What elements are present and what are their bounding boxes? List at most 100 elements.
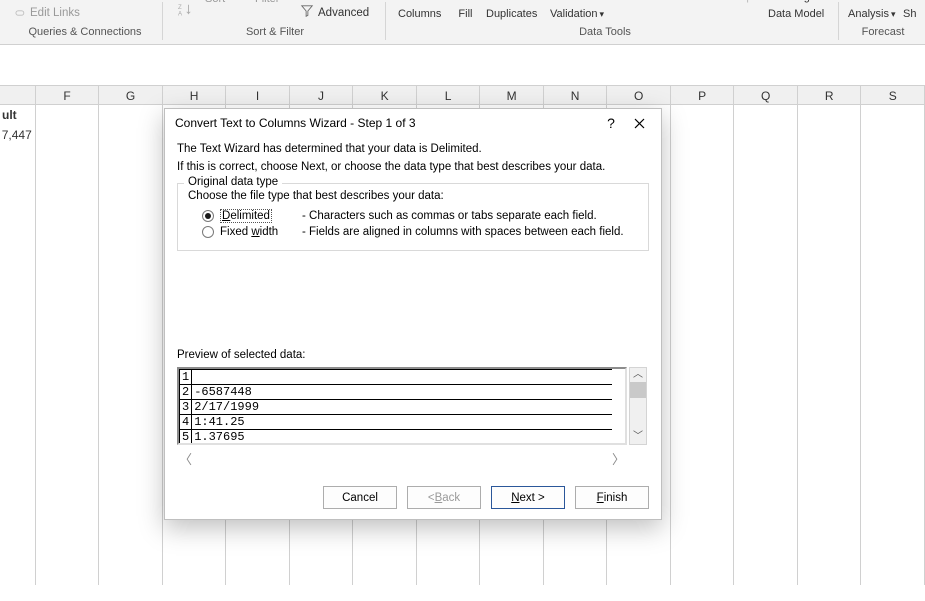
preview-row-num: 3 bbox=[180, 400, 192, 415]
finish-u: F bbox=[597, 492, 604, 504]
dialog-buttons: Cancel < Back Next > Finish bbox=[323, 486, 649, 509]
cell[interactable]: ult bbox=[0, 105, 36, 125]
back-post: ack bbox=[442, 492, 460, 504]
dialog-title: Convert Text to Columns Wizard - Step 1 … bbox=[175, 116, 597, 130]
fw-pre: Fixed bbox=[220, 226, 251, 238]
original-data-type-group: Original data type Choose the file type … bbox=[177, 183, 649, 251]
next-button[interactable]: Next > bbox=[491, 486, 565, 509]
forecast-button[interactable]: Fore Sh bbox=[903, 0, 925, 21]
dataval-top: Data bbox=[565, 0, 588, 4]
scroll-up-icon[interactable]: ︿ bbox=[633, 368, 643, 382]
text-to-columns-wizard-dialog: Convert Text to Columns Wizard - Step 1 … bbox=[164, 108, 662, 520]
radio-icon bbox=[202, 226, 214, 238]
preview-row-num: 1 bbox=[180, 370, 192, 385]
help-button[interactable]: ? bbox=[597, 111, 625, 135]
scroll-thumb[interactable] bbox=[630, 382, 646, 398]
preview-box: 1 2-6587448 32/17/1999 41:41.25 51.37695 bbox=[177, 367, 627, 445]
ribbon: Edit Links ZA Sort Filter Advanced Text … bbox=[0, 0, 925, 45]
edit-links-label: Edit Links bbox=[30, 7, 80, 19]
removedup-top: Remove bbox=[491, 0, 532, 4]
col-header[interactable]: N bbox=[544, 86, 608, 106]
sort-za-icon: ZA bbox=[178, 3, 192, 20]
ttc-top: Text to bbox=[404, 0, 436, 4]
edit-links-button: Edit Links bbox=[6, 4, 86, 22]
whatif-top: What-If bbox=[854, 0, 889, 4]
col-header[interactable]: K bbox=[353, 86, 417, 106]
mdm-bot: Data Model bbox=[768, 8, 824, 21]
radio-delimited[interactable]: Delimited - Characters such as commas or… bbox=[188, 208, 638, 224]
col-header[interactable]: O bbox=[607, 86, 671, 106]
whatif-button[interactable]: What-If Analysis▾ bbox=[848, 0, 896, 21]
delimited-desc: - Characters such as commas or tabs sepa… bbox=[302, 210, 597, 222]
back-u: B bbox=[435, 492, 443, 504]
col-header[interactable]: S bbox=[861, 86, 925, 106]
scroll-down-icon[interactable]: ﹀ bbox=[633, 430, 643, 444]
sort-za-button: ZA bbox=[178, 3, 192, 20]
whatif-bot: Analysis bbox=[848, 8, 889, 21]
flash-bot: Fill bbox=[458, 8, 472, 21]
wizard-info-2: If this is correct, choose Next, or choo… bbox=[177, 161, 649, 173]
ribbon-group-datatools: Data Tools bbox=[530, 26, 680, 38]
remove-duplicates-button[interactable]: Remove Duplicates bbox=[486, 0, 537, 21]
col-header[interactable]: J bbox=[290, 86, 354, 106]
ribbon-group-queries: Queries & Connections bbox=[15, 26, 155, 38]
data-validation-button[interactable]: Data Validation▾ bbox=[550, 0, 604, 21]
ttc-bot: Columns bbox=[398, 8, 441, 21]
relationships-button: Relationships bbox=[692, 0, 758, 3]
col-header[interactable]: R bbox=[798, 86, 862, 106]
mdm-top: Manage bbox=[776, 0, 816, 4]
cancel-button[interactable]: Cancel bbox=[323, 486, 397, 509]
col-header[interactable]: H bbox=[163, 86, 227, 106]
col-header[interactable]: P bbox=[671, 86, 735, 106]
col-header[interactable]: Q bbox=[734, 86, 798, 106]
fieldset-legend: Original data type bbox=[184, 176, 282, 188]
flash-top: Flash bbox=[452, 0, 479, 4]
finish-button[interactable]: Finish bbox=[575, 486, 649, 509]
preview-row-num: 2 bbox=[180, 385, 192, 400]
fixedwidth-desc: - Fields are aligned in columns with spa… bbox=[302, 226, 624, 238]
fw-u: w bbox=[251, 226, 259, 238]
manage-data-model-button[interactable]: Manage Data Model bbox=[768, 0, 824, 21]
fw-post: idth bbox=[260, 226, 279, 238]
col-header[interactable]: L bbox=[417, 86, 481, 106]
col-header[interactable]: I bbox=[226, 86, 290, 106]
preview-hscrollbar[interactable]: 〈 〉 bbox=[177, 449, 627, 465]
col-header[interactable]: G bbox=[99, 86, 163, 106]
column-headers[interactable]: F G H I J K L M N O P Q R S bbox=[0, 85, 925, 105]
ribbon-group-sortfilter: Sort & Filter bbox=[200, 26, 350, 38]
dialog-body: The Text Wizard has determined that your… bbox=[165, 137, 661, 251]
preview-label: Preview of selected data: bbox=[177, 349, 306, 361]
preview-row-num: 5 bbox=[180, 430, 192, 445]
preview-row-val: 2/17/1999 bbox=[192, 400, 612, 415]
scroll-left-icon[interactable]: 〈 bbox=[179, 449, 192, 465]
filter-label: Filter bbox=[255, 0, 279, 5]
advanced-filter-icon bbox=[300, 4, 314, 21]
scroll-right-icon[interactable]: 〉 bbox=[612, 449, 625, 465]
col-header[interactable]: M bbox=[480, 86, 544, 106]
close-button[interactable] bbox=[625, 111, 653, 135]
flash-fill-button[interactable]: Flash Fill bbox=[452, 0, 479, 21]
cell[interactable]: 7,447 bbox=[0, 125, 36, 145]
forecast-bot: Sh bbox=[903, 8, 916, 21]
wizard-info-1: The Text Wizard has determined that your… bbox=[177, 143, 649, 155]
preview-row-val: 1.37695 bbox=[192, 430, 612, 445]
dataval-bot: Validation bbox=[550, 8, 598, 21]
preview-vscrollbar[interactable]: ︿ ﹀ bbox=[629, 367, 647, 445]
removedup-bot: Duplicates bbox=[486, 8, 537, 21]
consolidate-button[interactable]: Consolidate bbox=[621, 0, 679, 3]
radio-fixed-width[interactable]: Fixed width - Fields are aligned in colu… bbox=[188, 224, 638, 240]
chevron-down-icon: ▾ bbox=[891, 8, 896, 21]
forecast-top: Fore bbox=[903, 0, 925, 4]
advanced-button[interactable]: Advanced bbox=[300, 4, 369, 21]
next-u: N bbox=[511, 492, 519, 504]
radio-icon bbox=[202, 210, 214, 222]
link-icon bbox=[12, 6, 26, 20]
text-to-columns-button[interactable]: Text to Columns bbox=[398, 0, 441, 21]
back-lt: < bbox=[428, 492, 435, 504]
sort-label: Sort bbox=[205, 0, 225, 5]
col-header[interactable]: F bbox=[36, 86, 100, 106]
col-header[interactable] bbox=[0, 86, 36, 106]
next-post: ext > bbox=[520, 492, 545, 504]
fieldset-desc: Choose the file type that best describes… bbox=[188, 190, 638, 202]
dialog-titlebar[interactable]: Convert Text to Columns Wizard - Step 1 … bbox=[165, 109, 661, 137]
